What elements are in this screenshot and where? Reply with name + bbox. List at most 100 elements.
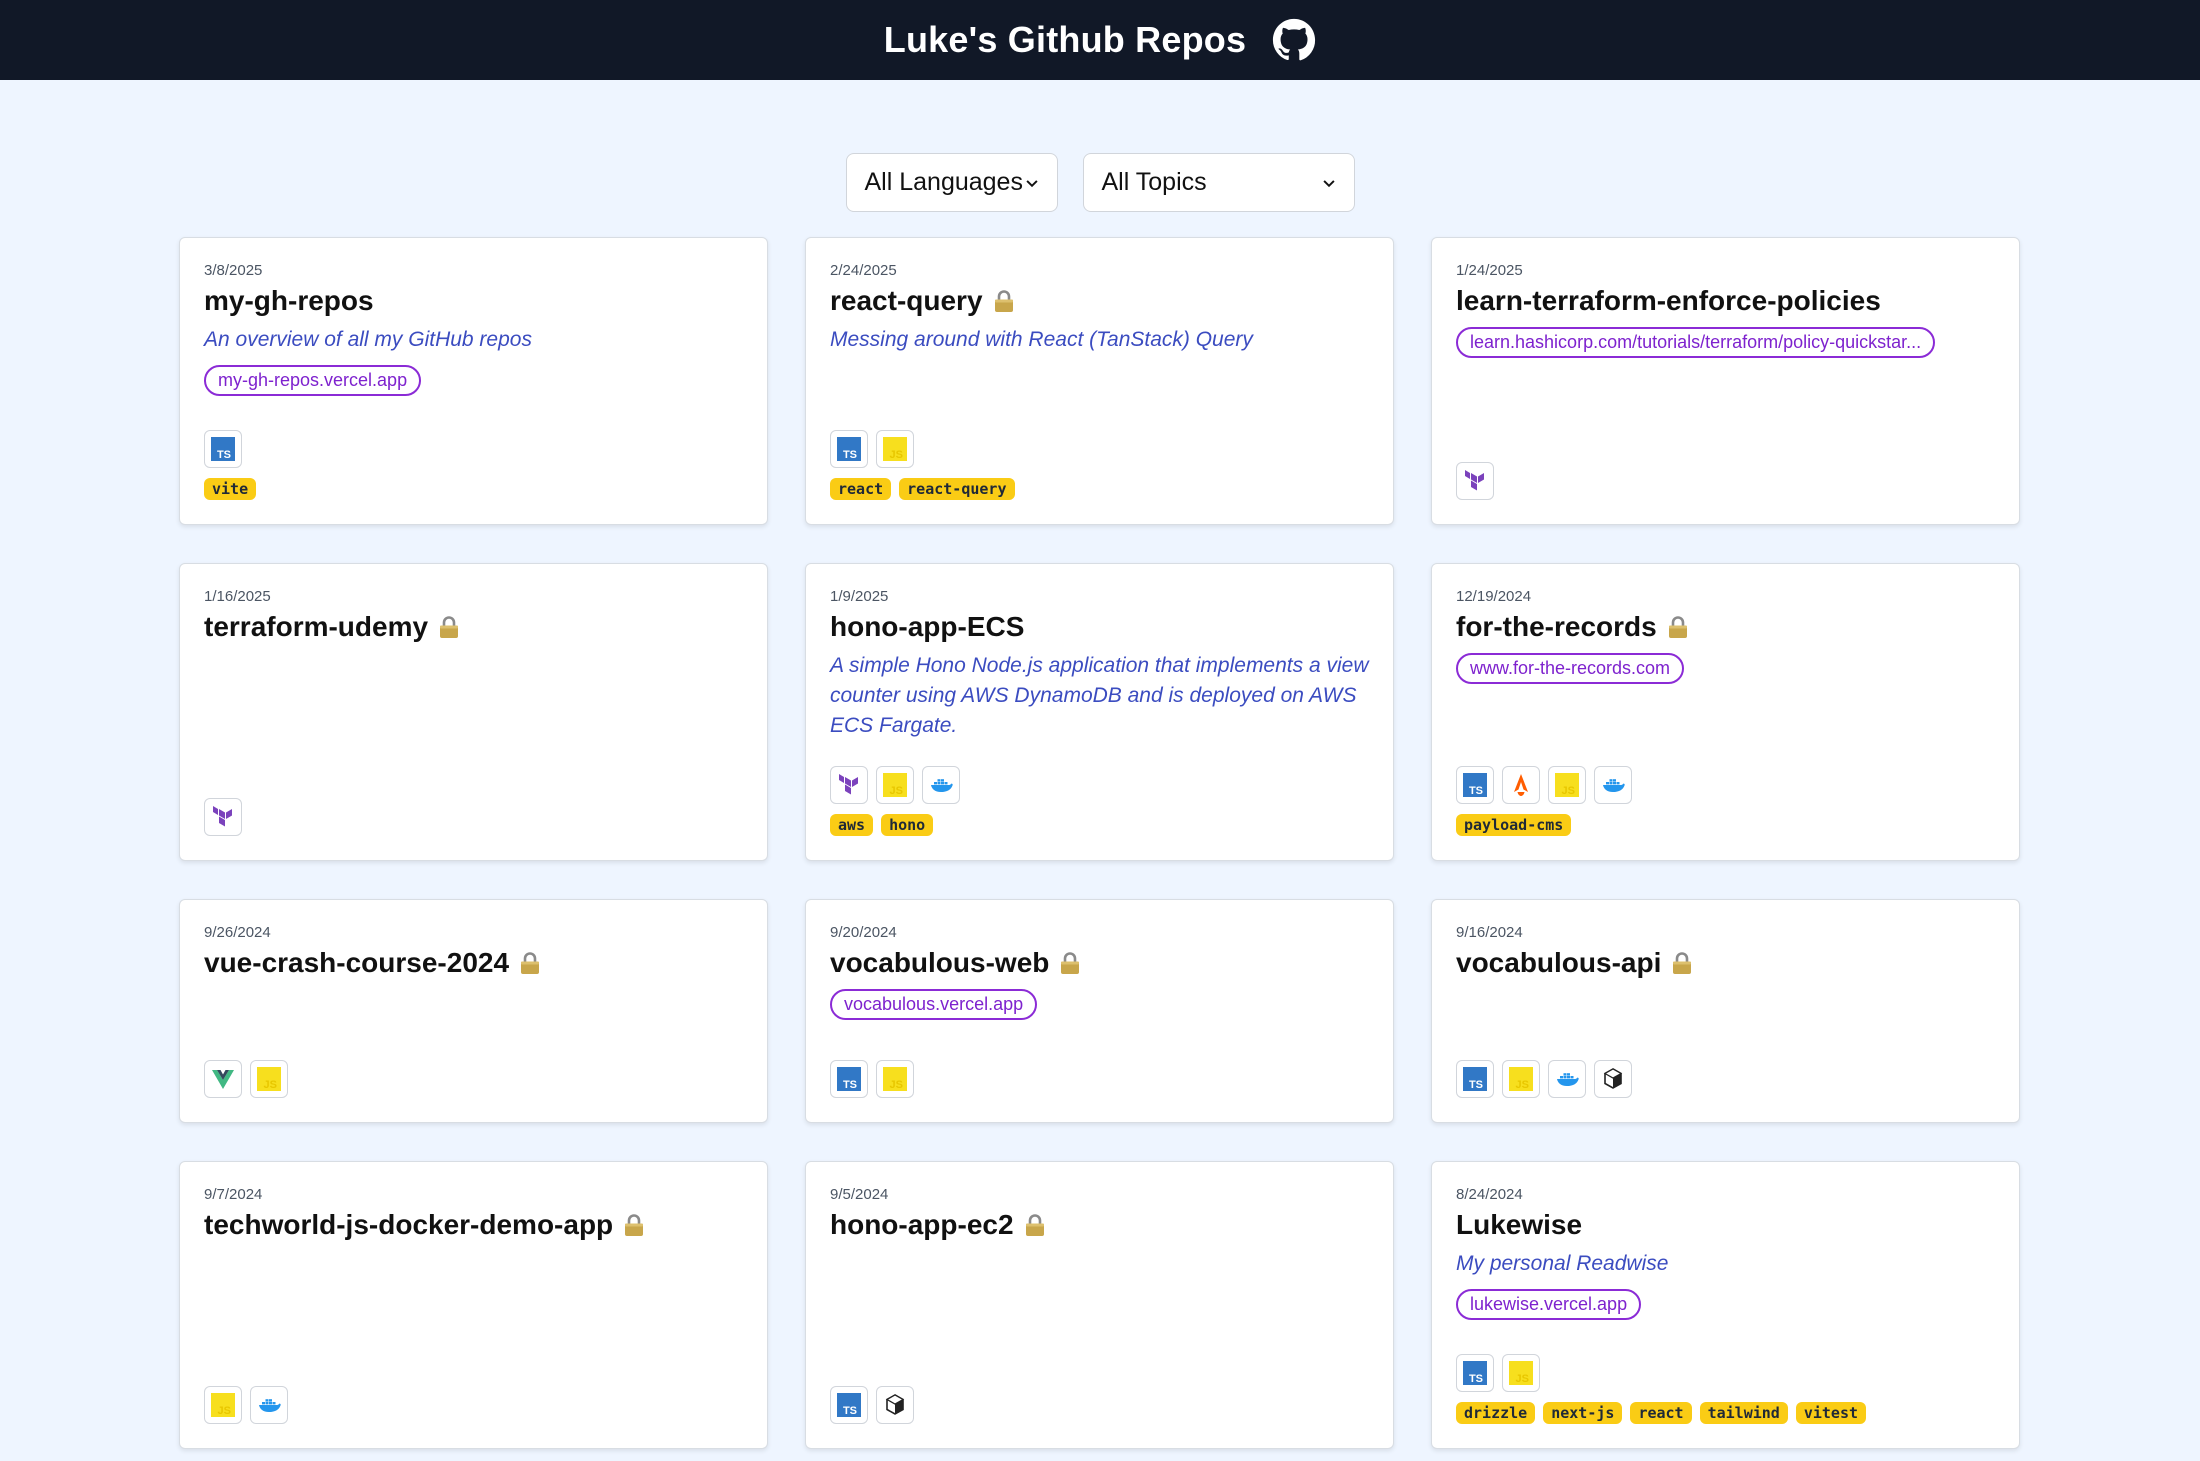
topic-tag[interactable]: drizzle <box>1456 1402 1536 1424</box>
language-icons <box>204 798 743 836</box>
repo-homepage-link[interactable]: my-gh-repos.vercel.app <box>204 365 422 396</box>
topic-tag[interactable]: tailwind <box>1699 1402 1788 1424</box>
topic-tags: vite <box>204 478 743 500</box>
repo-card[interactable]: 3/8/2025 my-gh-repos An overview of all my… <box>179 237 768 525</box>
repo-meta: JS <box>204 1386 743 1424</box>
repo-homepage-link[interactable]: vocabulous.vercel.app <box>830 989 1038 1020</box>
repo-description: A simple Hono Node.js application that i… <box>830 654 1369 737</box>
repo-name[interactable]: techworld-js-docker-demo-app <box>204 1209 613 1241</box>
javascript-icon: JS <box>876 1060 914 1098</box>
javascript-icon: JS <box>1502 1060 1540 1098</box>
svg-text:JS: JS <box>218 1405 231 1417</box>
topic-tag[interactable]: aws <box>830 814 874 836</box>
lock-icon <box>625 1214 644 1236</box>
repo-name[interactable]: terraform-udemy <box>204 611 428 643</box>
repo-description: An overview of all my GitHub repos <box>204 328 532 351</box>
repo-date: 1/16/2025 <box>204 588 271 605</box>
svg-text:TS: TS <box>217 449 231 461</box>
topic-tag[interactable]: react <box>830 478 892 500</box>
repo-date: 9/7/2024 <box>204 1186 263 1203</box>
bun-icon <box>876 1386 914 1424</box>
repo-name[interactable]: my-gh-repos <box>204 285 374 317</box>
repo-card[interactable]: 9/7/2024 techworld-js-docker-demo-app JS <box>179 1161 768 1449</box>
repo-date: 1/9/2025 <box>830 588 889 605</box>
repo-name[interactable]: hono-app-ECS <box>830 611 1024 643</box>
language-icons: TS <box>204 430 743 468</box>
chevron-down-icon <box>1025 179 1038 187</box>
repo-name[interactable]: vue-crash-course-2024 <box>204 947 509 979</box>
repo-card[interactable]: 1/16/2025 terraform-udemy <box>179 563 768 861</box>
svg-text:JS: JS <box>1516 1079 1529 1091</box>
repo-date: 12/19/2024 <box>1456 588 1532 605</box>
repo-card[interactable]: 1/9/2025 hono-app-ECS A simple Hono Node.j… <box>805 563 1394 861</box>
topic-select[interactable]: All Topics <box>1082 153 1355 212</box>
language-icons: TS JS <box>1456 1354 1995 1392</box>
repo-title-row: techworld-js-docker-demo-app <box>204 1209 743 1241</box>
repo-meta: TS JS <box>830 1060 1369 1098</box>
repo-card[interactable]: 1/24/2025 learn-terraform-enforce-policie… <box>1431 237 2020 525</box>
language-icons <box>1456 462 1995 500</box>
svg-text:TS: TS <box>843 1405 857 1417</box>
repo-card[interactable]: 9/26/2024 vue-crash-course-2024 JS <box>179 899 768 1123</box>
github-icon[interactable] <box>1272 18 1316 62</box>
topic-tag[interactable]: vitest <box>1795 1402 1867 1424</box>
repo-meta: TS JS react react-query <box>830 430 1369 500</box>
repo-title-row: react-query <box>830 285 1369 317</box>
repo-meta: TS JS payload-cms <box>1456 766 1995 836</box>
svg-text:TS: TS <box>1469 1079 1483 1091</box>
repo-meta: TS vite <box>204 430 743 500</box>
svg-text:TS: TS <box>843 1079 857 1091</box>
repo-name[interactable]: learn-terraform-enforce-policies <box>1456 285 1881 317</box>
repo-homepage-link[interactable]: lukewise.vercel.app <box>1456 1289 1642 1320</box>
repo-card[interactable]: 9/5/2024 hono-app-ec2 TS <box>805 1161 1394 1449</box>
typescript-icon: TS <box>1456 766 1494 804</box>
repo-title-row: vue-crash-course-2024 <box>204 947 743 979</box>
repo-description: Messing around with React (TanStack) Que… <box>830 328 1253 351</box>
typescript-icon: TS <box>204 430 242 468</box>
javascript-icon: JS <box>876 766 914 804</box>
repo-date: 9/20/2024 <box>830 924 897 941</box>
language-select-value: All Languages <box>864 168 1023 196</box>
topic-tag[interactable]: react-query <box>899 478 1015 500</box>
repo-date: 9/16/2024 <box>1456 924 1523 941</box>
topic-tag[interactable]: next-js <box>1543 1402 1623 1424</box>
repo-grid: 3/8/2025 my-gh-repos An overview of all my… <box>179 237 2020 1449</box>
bun-icon <box>1594 1060 1632 1098</box>
language-select[interactable]: All Languages <box>845 153 1058 212</box>
repo-homepage-link[interactable]: www.for-the-records.com <box>1456 653 1685 684</box>
topic-tag[interactable]: hono <box>881 814 934 836</box>
repo-name[interactable]: Lukewise <box>1456 1209 1582 1241</box>
repo-card[interactable]: 8/24/2024 Lukewise My personal Readwise luk… <box>1431 1161 2020 1449</box>
language-icons: JS <box>204 1386 743 1424</box>
repo-name[interactable]: vocabulous-web <box>830 947 1049 979</box>
repo-name[interactable]: for-the-records <box>1456 611 1657 643</box>
repo-title-row: terraform-udemy <box>204 611 743 643</box>
svg-text:TS: TS <box>843 449 857 461</box>
repo-card[interactable]: 9/16/2024 vocabulous-api TS JS <box>1431 899 2020 1123</box>
repo-meta: TS JS <box>1456 1060 1995 1098</box>
docker-icon <box>922 766 960 804</box>
repo-name[interactable]: hono-app-ec2 <box>830 1209 1014 1241</box>
terraform-icon <box>830 766 868 804</box>
repo-name[interactable]: vocabulous-api <box>1456 947 1661 979</box>
topic-tag[interactable]: vite <box>204 478 257 500</box>
repo-meta <box>204 798 743 836</box>
repo-card[interactable]: 12/19/2024 for-the-records www.for-the-rec… <box>1431 563 2020 861</box>
topic-tag[interactable]: payload-cms <box>1456 814 1572 836</box>
typescript-icon: TS <box>1456 1060 1494 1098</box>
repo-homepage-link[interactable]: learn.hashicorp.com/tutorials/terraform/… <box>1456 327 1936 358</box>
repo-card[interactable]: 9/20/2024 vocabulous-web vocabulous.vercel… <box>805 899 1394 1123</box>
repo-card[interactable]: 2/24/2025 react-query Messing around with … <box>805 237 1394 525</box>
javascript-icon: JS <box>250 1060 288 1098</box>
language-icons: TS <box>830 1386 1369 1424</box>
repo-title-row: learn-terraform-enforce-policies <box>1456 285 1995 317</box>
repo-date: 2/24/2025 <box>830 262 897 279</box>
repo-title-row: Lukewise <box>1456 1209 1995 1241</box>
repo-name[interactable]: react-query <box>830 285 983 317</box>
topic-tag[interactable]: react <box>1630 1402 1692 1424</box>
terraform-icon <box>1456 462 1494 500</box>
topic-tags: drizzle next-js react tailwind vitest <box>1456 1402 1995 1424</box>
javascript-icon: JS <box>1548 766 1586 804</box>
repo-title-row: my-gh-repos <box>204 285 743 317</box>
repo-meta: TS JS drizzle next-js react tailwind vitest <box>1456 1354 1995 1424</box>
